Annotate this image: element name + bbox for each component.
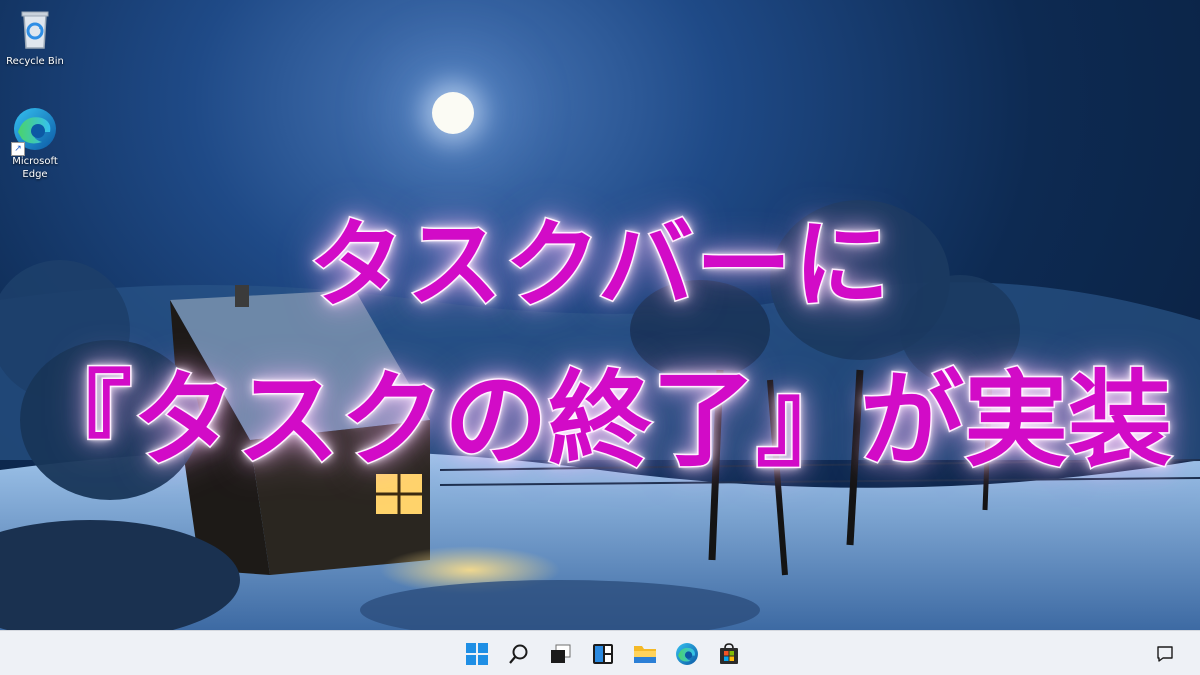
desktop-icon-microsoft-edge[interactable]: ↗ Microsoft Edge	[0, 106, 70, 181]
desktop: Recycle Bin ↗ Microsoft Edge タスクバーに 『タスク…	[0, 0, 1200, 675]
widgets-button[interactable]	[582, 634, 624, 674]
recycle-bin-icon	[21, 11, 49, 49]
search-icon	[509, 644, 528, 664]
desktop-icon-label: Microsoft Edge	[12, 156, 58, 180]
task-view-icon	[551, 644, 571, 663]
notification-icon	[1157, 645, 1173, 662]
search-button[interactable]	[498, 634, 540, 674]
system-tray	[1144, 631, 1186, 675]
edge-icon	[676, 642, 698, 665]
headline-line-2: 『タスクの終了』が実装	[26, 358, 1173, 483]
desktop-icon-recycle-bin[interactable]: Recycle Bin	[0, 6, 70, 68]
start-button[interactable]	[456, 634, 498, 674]
store-button[interactable]	[708, 634, 750, 674]
file-explorer-button[interactable]	[624, 634, 666, 674]
shortcut-arrow-icon: ↗	[11, 142, 25, 156]
headline-line-1: タスクバーに	[307, 208, 892, 323]
taskbar	[0, 630, 1200, 675]
edge-taskbar-button[interactable]	[666, 634, 708, 674]
taskbar-pinned-apps	[456, 631, 750, 675]
wallpaper-scene	[0, 200, 1200, 640]
notifications-button[interactable]	[1144, 634, 1186, 674]
folder-icon	[634, 645, 656, 663]
widgets-icon	[593, 643, 613, 664]
store-icon	[720, 642, 738, 664]
task-view-button[interactable]	[540, 634, 582, 674]
desktop-icon-label: Recycle Bin	[6, 56, 64, 67]
windows-start-icon	[466, 642, 488, 665]
